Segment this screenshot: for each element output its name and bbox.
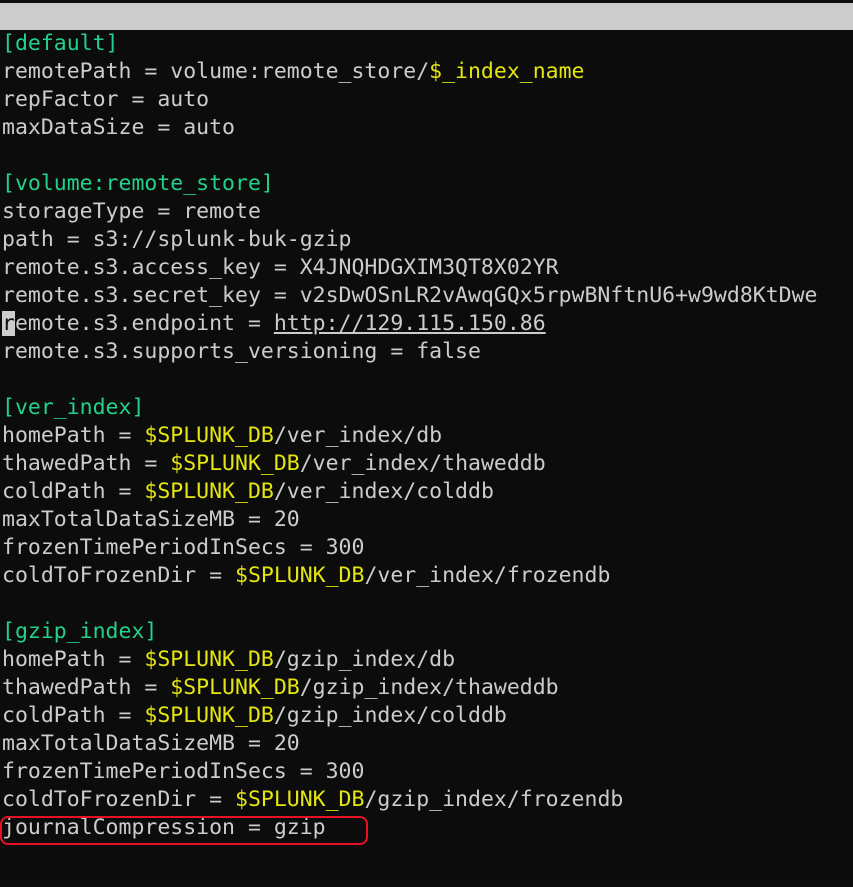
config-text: frozenTimePeriodInSecs = 300 xyxy=(2,759,365,784)
editor-line[interactable]: remote.s3.secret_key = v2sDwOSnLR2vAwqGQ… xyxy=(2,282,853,310)
config-text: /ver_index/colddb xyxy=(273,479,494,504)
editor-line[interactable]: [default] xyxy=(2,30,853,58)
config-text: coldToFrozenDir = xyxy=(2,787,235,812)
editor-line-empty[interactable] xyxy=(2,590,853,618)
editor-line[interactable]: coldToFrozenDir = $SPLUNK_DB/ver_index/f… xyxy=(2,562,853,590)
editor-line[interactable]: coldToFrozenDir = $SPLUNK_DB/gzip_index/… xyxy=(2,786,853,814)
editor-line[interactable]: remote.s3.access_key = X4JNQHDGXIM3QT8X0… xyxy=(2,254,853,282)
config-text: thawedPath = xyxy=(2,675,171,700)
editor-line[interactable]: remote.s3.endpoint = http://129.115.150.… xyxy=(2,310,853,338)
section-header: [default] xyxy=(2,31,119,56)
editor-line[interactable]: path = s3://splunk-buk-gzip xyxy=(2,226,853,254)
variable-token: $SPLUNK_DB xyxy=(144,647,274,672)
config-text: coldPath = xyxy=(2,703,145,728)
variable-token: $SPLUNK_DB xyxy=(144,479,274,504)
config-text: maxDataSize = auto xyxy=(2,115,235,140)
config-text: remotePath = volume:remote_store/ xyxy=(2,59,430,84)
nano-title-bar: GNU nano 5.6.1 xyxy=(0,3,853,57)
config-text: /ver_index/db xyxy=(273,423,443,448)
config-text: frozenTimePeriodInSecs = 300 xyxy=(2,535,365,560)
editor-line[interactable]: journalCompression = gzip xyxy=(2,814,853,842)
config-text: coldToFrozenDir = xyxy=(2,563,235,588)
config-text: /gzip_index/frozendb xyxy=(364,787,624,812)
variable-token: $SPLUNK_DB xyxy=(235,787,365,812)
config-text: remote.s3.supports_versioning = false xyxy=(2,339,481,364)
config-text: /ver_index/frozendb xyxy=(364,563,611,588)
editor-line[interactable]: homePath = $SPLUNK_DB/gzip_index/db xyxy=(2,646,853,674)
config-text: /gzip_index/thaweddb xyxy=(299,675,559,700)
editor-line[interactable]: maxTotalDataSizeMB = 20 xyxy=(2,730,853,758)
variable-token: $_index_name xyxy=(429,59,585,84)
editor-line[interactable]: frozenTimePeriodInSecs = 300 xyxy=(2,534,853,562)
editor-line[interactable]: maxDataSize = auto xyxy=(2,114,853,142)
variable-token: $SPLUNK_DB xyxy=(144,423,274,448)
variable-token: $SPLUNK_DB xyxy=(144,703,274,728)
editor-buffer[interactable]: [default] remotePath = volume:remote_sto… xyxy=(2,30,853,842)
config-text: coldPath = xyxy=(2,479,145,504)
config-text: path = s3://splunk-buk-gzip xyxy=(2,227,352,252)
editor-line[interactable]: storageType = remote xyxy=(2,198,853,226)
section-header: [volume:remote_store] xyxy=(2,171,274,196)
variable-token: $SPLUNK_DB xyxy=(170,675,300,700)
config-text: emote.s3.endpoint = xyxy=(14,311,274,336)
config-text: thawedPath = xyxy=(2,451,171,476)
url-link[interactable]: http://129.115.150.86 xyxy=(274,311,546,336)
editor-line[interactable]: frozenTimePeriodInSecs = 300 xyxy=(2,758,853,786)
editor-line[interactable]: [volume:remote_store] xyxy=(2,170,853,198)
config-text: /gzip_index/db xyxy=(273,647,456,672)
config-text: /ver_index/thaweddb xyxy=(299,451,546,476)
config-text: /gzip_index/colddb xyxy=(273,703,507,728)
editor-line-empty[interactable] xyxy=(2,366,853,394)
editor-line[interactable]: [ver_index] xyxy=(2,394,853,422)
config-text: journalCompression = gzip xyxy=(2,815,326,840)
config-text: remote.s3.access_key = X4JNQHDGXIM3QT8X0… xyxy=(2,255,559,280)
editor-line[interactable]: coldPath = $SPLUNK_DB/gzip_index/colddb xyxy=(2,702,853,730)
config-text: storageType = remote xyxy=(2,199,261,224)
config-text: maxTotalDataSizeMB = 20 xyxy=(2,731,300,756)
editor-line[interactable]: remote.s3.supports_versioning = false xyxy=(2,338,853,366)
config-text: maxTotalDataSizeMB = 20 xyxy=(2,507,300,532)
editor-line[interactable]: repFactor = auto xyxy=(2,86,853,114)
terminal-window: GNU nano 5.6.1 [default] remotePath = vo… xyxy=(0,0,853,887)
section-header: [gzip_index] xyxy=(2,619,158,644)
editor-line[interactable]: [gzip_index] xyxy=(2,618,853,646)
config-text: homePath = xyxy=(2,647,145,672)
editor-line[interactable]: homePath = $SPLUNK_DB/ver_index/db xyxy=(2,422,853,450)
text-cursor: r xyxy=(2,311,15,336)
editor-line[interactable]: remotePath = volume:remote_store/$_index… xyxy=(2,58,853,86)
editor-line[interactable]: thawedPath = $SPLUNK_DB/gzip_index/thawe… xyxy=(2,674,853,702)
variable-token: $SPLUNK_DB xyxy=(170,451,300,476)
config-text: homePath = xyxy=(2,423,145,448)
config-text: remote.s3.secret_key = v2sDwOSnLR2vAwqGQ… xyxy=(2,283,818,308)
config-text: repFactor = auto xyxy=(2,87,210,112)
editor-line[interactable]: thawedPath = $SPLUNK_DB/ver_index/thawed… xyxy=(2,450,853,478)
editor-line[interactable]: maxTotalDataSizeMB = 20 xyxy=(2,506,853,534)
editor-line[interactable]: coldPath = $SPLUNK_DB/ver_index/colddb xyxy=(2,478,853,506)
editor-line-empty[interactable] xyxy=(2,142,853,170)
section-header: [ver_index] xyxy=(2,395,145,420)
variable-token: $SPLUNK_DB xyxy=(235,563,365,588)
